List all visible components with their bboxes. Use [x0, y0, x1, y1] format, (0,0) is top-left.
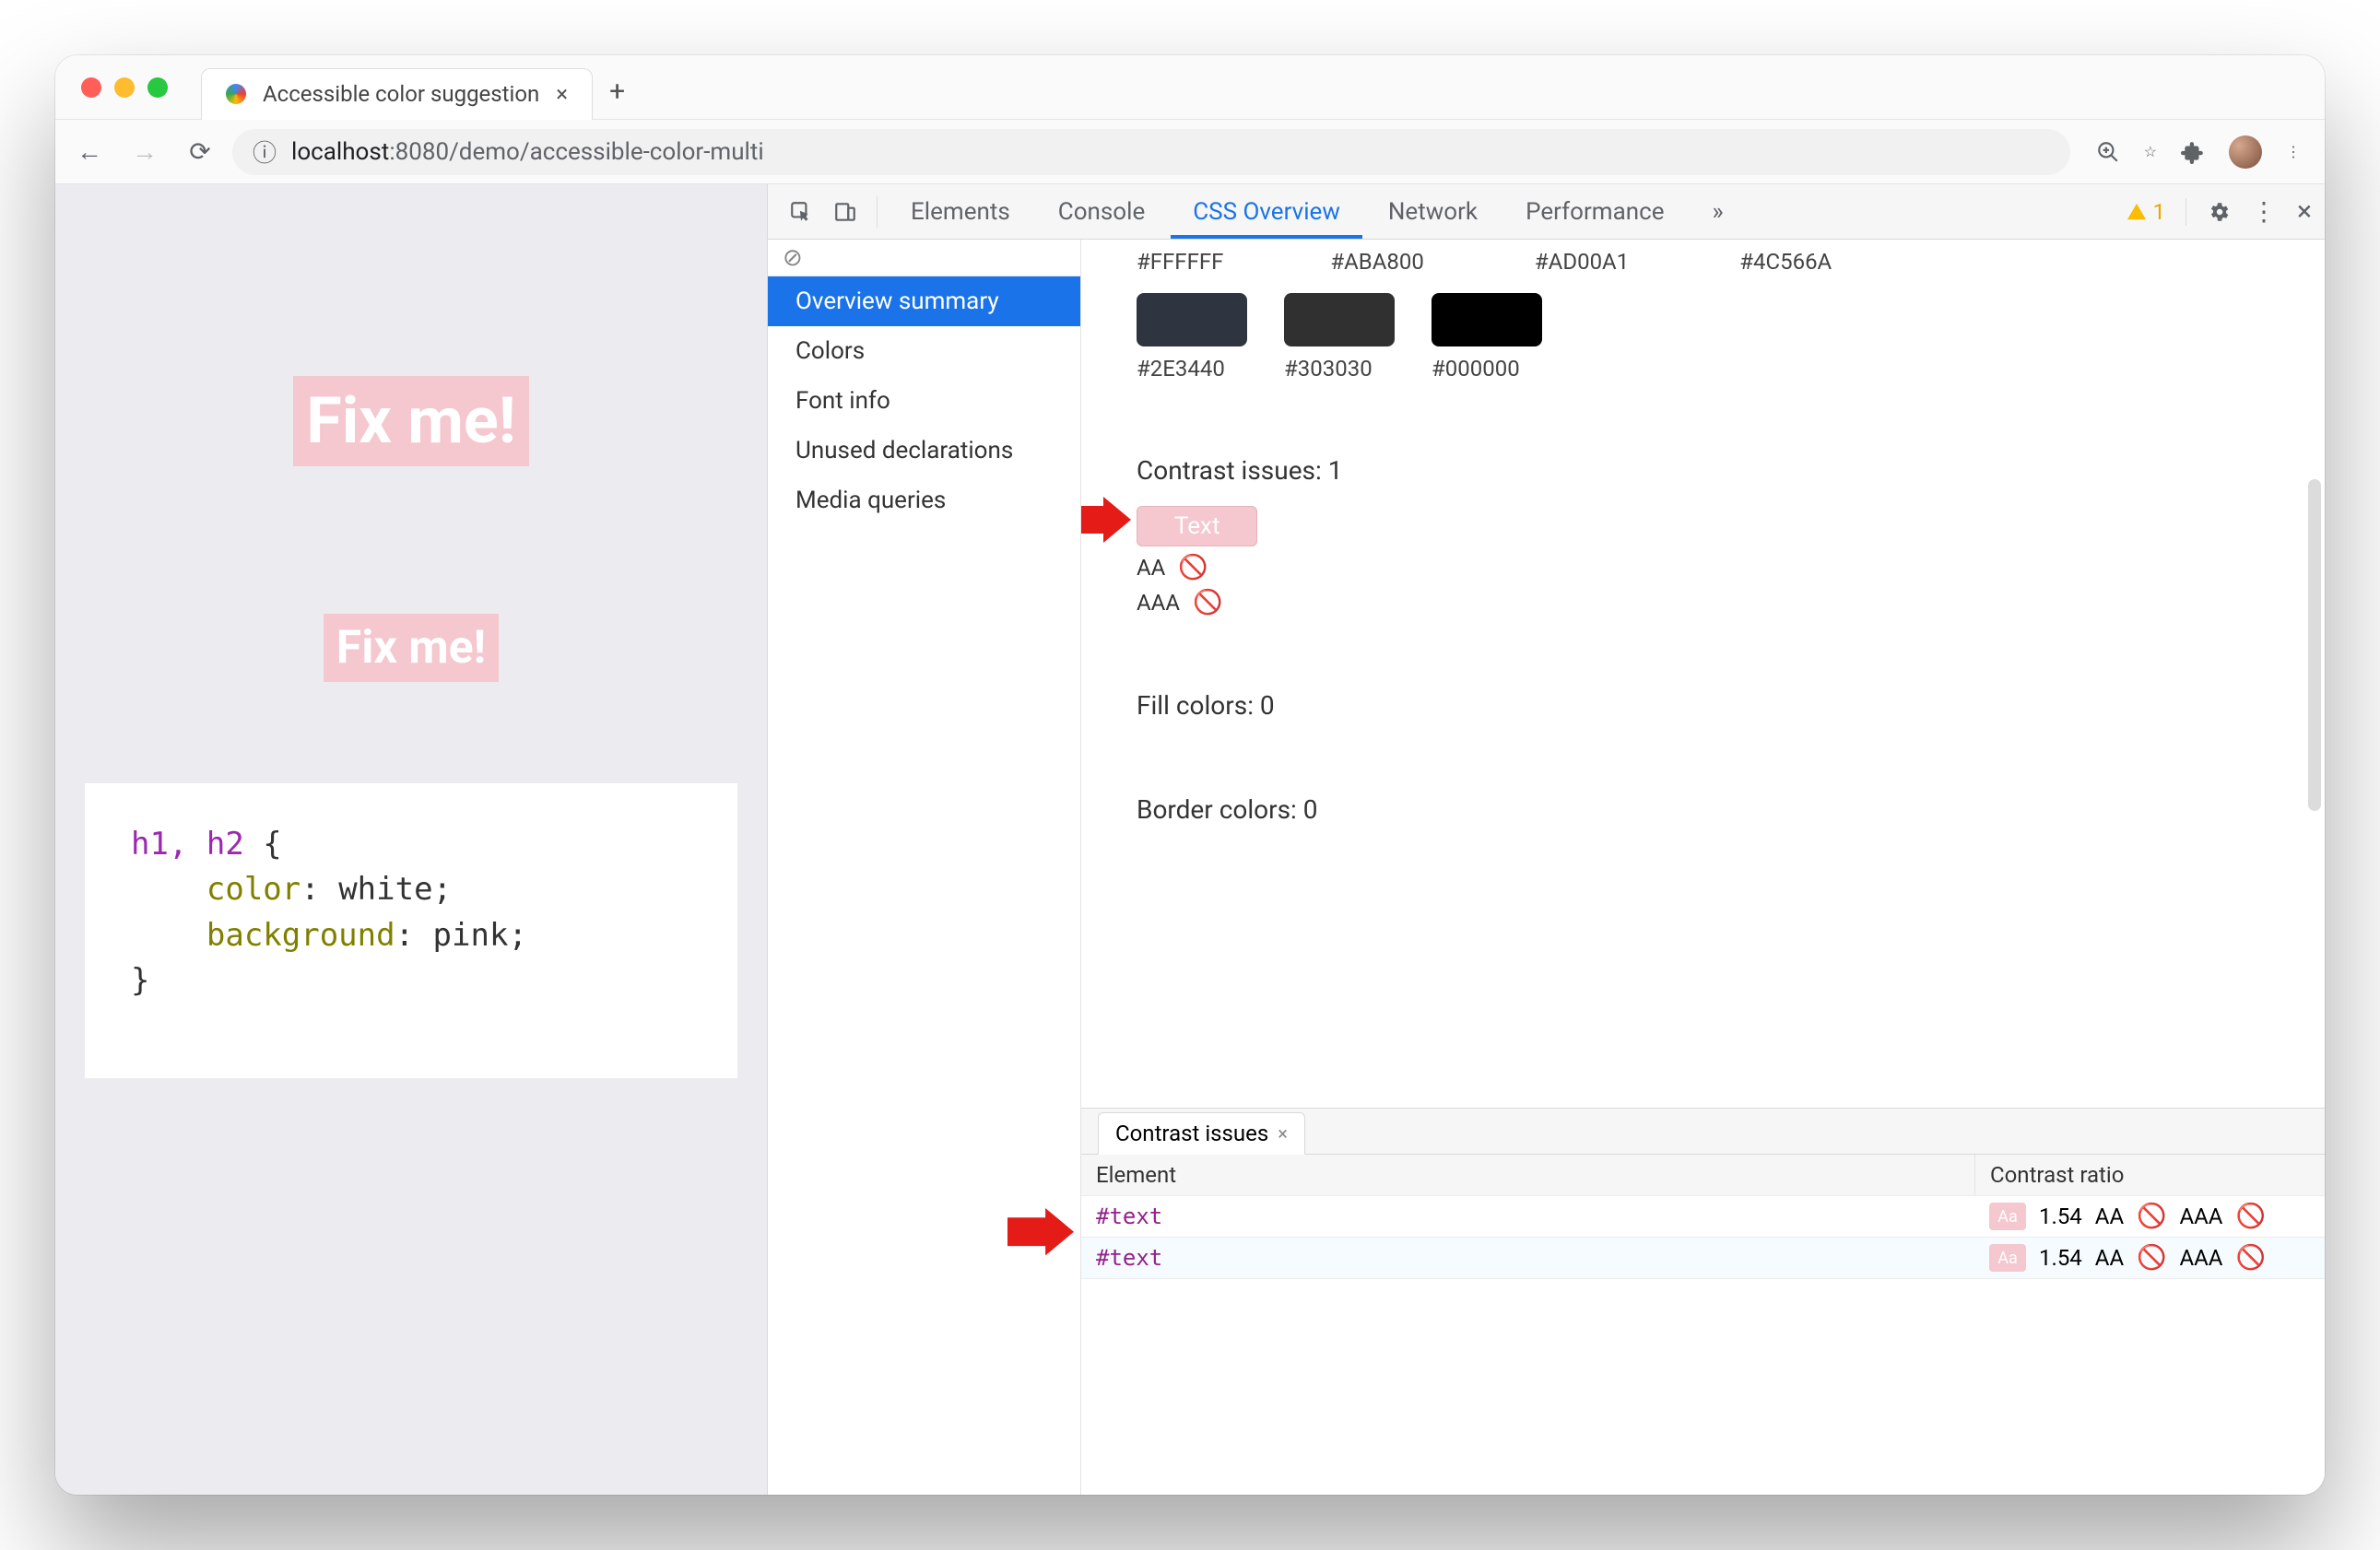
border-colors-heading: Border colors: 0: [1137, 794, 2269, 825]
devtools: Elements Console CSS Overview Network Pe…: [767, 184, 2325, 1495]
close-window-button[interactable]: [81, 77, 101, 98]
contrast-aa-row: AA 🚫: [1137, 554, 2269, 581]
no-entry-icon: 🚫: [2137, 1244, 2166, 1272]
element-link[interactable]: #text: [1096, 1204, 1162, 1229]
profile-avatar[interactable]: [2229, 135, 2262, 169]
browser-window: Accessible color suggestion × + ← → ⟳ ⓘ …: [55, 55, 2325, 1495]
tab-elements[interactable]: Elements: [889, 185, 1032, 239]
extensions-icon[interactable]: [2181, 140, 2205, 164]
rendered-page: Fix me! Fix me! h1, h2 { color: white; b…: [55, 184, 767, 1495]
no-entry-icon: 🚫: [2235, 1244, 2265, 1272]
color-swatch[interactable]: #2E3440: [1137, 293, 1247, 382]
css-overview-sidebar: ⊘ Overview summary Colors Font info Unus…: [768, 240, 1081, 1495]
window-controls: [81, 77, 168, 98]
contrast-aaa-row: AAA 🚫: [1137, 589, 2269, 616]
fill-colors-heading: Fill colors: 0: [1137, 690, 2269, 721]
page-heading-1: Fix me!: [293, 376, 528, 466]
sidebar-item-font-info[interactable]: Font info: [768, 376, 1080, 426]
code-block: h1, h2 { color: white; background: pink;…: [85, 783, 737, 1078]
code-selector: h1, h2: [131, 826, 244, 863]
overview-panel: #FFFFFF #ABA800 #AD00A1 #4C566A #2E3440: [1081, 240, 2325, 1108]
chrome-menu-button[interactable]: ⋮: [2286, 143, 2301, 160]
content-area: Fix me! Fix me! h1, h2 { color: white; b…: [55, 184, 2325, 1495]
warnings-indicator[interactable]: 1: [2127, 199, 2165, 225]
toolbar-right: ☆ ⋮: [2096, 135, 2301, 169]
contrast-text-sample[interactable]: Text: [1137, 506, 1257, 546]
url-host: localhost: [291, 138, 389, 166]
no-entry-icon: 🚫: [1178, 554, 1208, 581]
color-swatch[interactable]: #000000: [1432, 293, 1542, 382]
close-tab-button[interactable]: ×: [556, 81, 568, 107]
tab-title: Accessible color suggestion: [263, 81, 539, 107]
annotation-arrow-icon: [1007, 1208, 1074, 1262]
address-bar[interactable]: ⓘ localhost:8080/demo/accessible-color-m…: [232, 129, 2070, 175]
code-prop-color: color: [206, 871, 300, 908]
sidebar-item-unused-declarations[interactable]: Unused declarations: [768, 426, 1080, 476]
code-prop-background: background: [206, 917, 395, 954]
url-path: :8080/demo/accessible-color-multi: [389, 138, 763, 166]
tab-performance[interactable]: Performance: [1503, 185, 1686, 239]
no-entry-icon: 🚫: [2235, 1203, 2265, 1230]
favicon-icon: [226, 84, 246, 104]
toolbar: ← → ⟳ ⓘ localhost:8080/demo/accessible-c…: [55, 120, 2325, 184]
drawer-tab-contrast-issues[interactable]: Contrast issues ×: [1098, 1112, 1305, 1155]
more-tabs-button[interactable]: »: [1690, 185, 1745, 239]
titlebar: Accessible color suggestion × +: [55, 55, 2325, 120]
tab-console[interactable]: Console: [1036, 185, 1167, 239]
contrast-issues-heading: Contrast issues: 1: [1137, 455, 2269, 486]
maximize-window-button[interactable]: [147, 77, 168, 98]
page-heading-2: Fix me!: [324, 614, 499, 682]
tab-css-overview[interactable]: CSS Overview: [1171, 185, 1362, 239]
close-drawer-tab-icon[interactable]: ×: [1278, 1122, 1288, 1145]
contrast-sample-chip: Aa: [1989, 1244, 2026, 1272]
back-button[interactable]: ←: [66, 129, 112, 175]
new-tab-button[interactable]: +: [609, 76, 625, 108]
scrollbar[interactable]: [2308, 479, 2321, 811]
color-swatch[interactable]: #303030: [1284, 293, 1395, 382]
color-labels-row-1: #FFFFFF #ABA800 #AD00A1 #4C566A: [1137, 240, 2269, 275]
contrast-issues-table: Element Contrast ratio #text Aa 1.54 AA …: [1081, 1155, 2325, 1495]
header-contrast-ratio: Contrast ratio: [1974, 1155, 2325, 1195]
device-toolbar-icon[interactable]: [825, 192, 866, 232]
no-entry-icon: 🚫: [1193, 589, 1222, 616]
tab-network[interactable]: Network: [1366, 185, 1500, 239]
settings-icon[interactable]: [2207, 200, 2231, 224]
table-row[interactable]: #text Aa 1.54 AA 🚫 AAA 🚫: [1081, 1196, 2325, 1238]
table-header: Element Contrast ratio: [1081, 1155, 2325, 1196]
sidebar-item-overview-summary[interactable]: Overview summary: [768, 276, 1080, 326]
drawer-tabstrip: Contrast issues ×: [1081, 1109, 2325, 1155]
header-element: Element: [1081, 1155, 1974, 1195]
close-devtools-icon[interactable]: ×: [2297, 195, 2312, 228]
inspect-element-icon[interactable]: [781, 192, 821, 232]
zoom-icon[interactable]: [2096, 140, 2120, 164]
bookmark-icon[interactable]: ☆: [2144, 143, 2157, 160]
contrast-sample-chip: Aa: [1989, 1203, 2026, 1230]
devtools-tabstrip: Elements Console CSS Overview Network Pe…: [768, 184, 2325, 240]
forward-button[interactable]: →: [122, 129, 168, 175]
annotation-arrow-icon: [1081, 497, 1131, 543]
browser-tab[interactable]: Accessible color suggestion ×: [201, 68, 593, 120]
drawer: Contrast issues × Element Contrast ratio: [1081, 1108, 2325, 1495]
no-entry-icon: 🚫: [2137, 1203, 2166, 1230]
table-row[interactable]: #text Aa 1.54 AA 🚫 AAA 🚫: [1081, 1238, 2325, 1279]
color-swatches-row: #2E3440 #303030 #000000: [1137, 293, 2269, 382]
sidebar-item-colors[interactable]: Colors: [768, 326, 1080, 376]
element-link[interactable]: #text: [1096, 1245, 1162, 1271]
clear-overview-icon[interactable]: ⊘: [768, 240, 1080, 276]
minimize-window-button[interactable]: [114, 77, 135, 98]
devtools-menu-icon[interactable]: ⋮: [2251, 196, 2277, 227]
site-info-icon[interactable]: ⓘ: [253, 135, 277, 169]
reload-button[interactable]: ⟳: [177, 129, 223, 175]
sidebar-item-media-queries[interactable]: Media queries: [768, 476, 1080, 525]
